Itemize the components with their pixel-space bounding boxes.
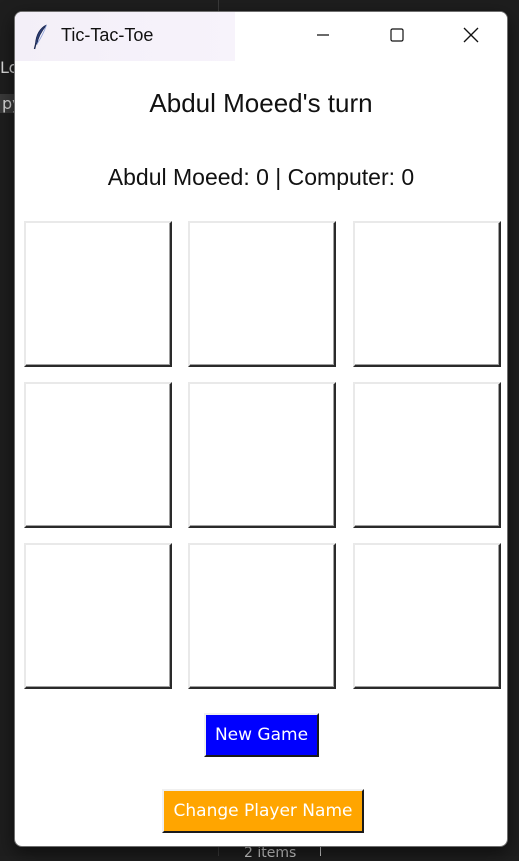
board-cell-1-1[interactable] bbox=[188, 382, 336, 528]
minimize-button[interactable] bbox=[295, 12, 351, 61]
board-cell-1-0[interactable] bbox=[24, 382, 172, 528]
score-label: Abdul Moeed: 0 | Computer: 0 bbox=[15, 164, 507, 191]
background-divider bbox=[320, 846, 321, 856]
title-bar[interactable]: Tic-Tac-Toe bbox=[15, 12, 507, 61]
tic-tac-toe-window: Tic-Tac-Toe Abdul Moeed's turn Abdul Moe… bbox=[14, 11, 508, 847]
board-cell-0-1[interactable] bbox=[188, 221, 336, 367]
background-status-text: 2 items bbox=[244, 845, 296, 861]
maximize-icon bbox=[390, 27, 404, 46]
board-cell-2-0[interactable] bbox=[24, 543, 172, 689]
board-cell-2-1[interactable] bbox=[188, 543, 336, 689]
board-cell-0-2[interactable] bbox=[353, 221, 501, 367]
board-cell-1-2[interactable] bbox=[353, 382, 501, 528]
turn-label: Abdul Moeed's turn bbox=[15, 88, 507, 119]
game-board bbox=[24, 221, 502, 691]
new-game-button[interactable]: New Game bbox=[204, 713, 319, 757]
close-icon bbox=[463, 27, 479, 47]
maximize-button[interactable] bbox=[369, 12, 425, 61]
close-button[interactable] bbox=[443, 12, 499, 61]
board-cell-2-2[interactable] bbox=[353, 543, 501, 689]
board-cell-0-0[interactable] bbox=[24, 221, 172, 367]
minimize-icon bbox=[316, 27, 330, 46]
window-title: Tic-Tac-Toe bbox=[61, 25, 153, 46]
feather-icon bbox=[33, 24, 49, 50]
change-player-name-button[interactable]: Change Player Name bbox=[162, 789, 364, 833]
